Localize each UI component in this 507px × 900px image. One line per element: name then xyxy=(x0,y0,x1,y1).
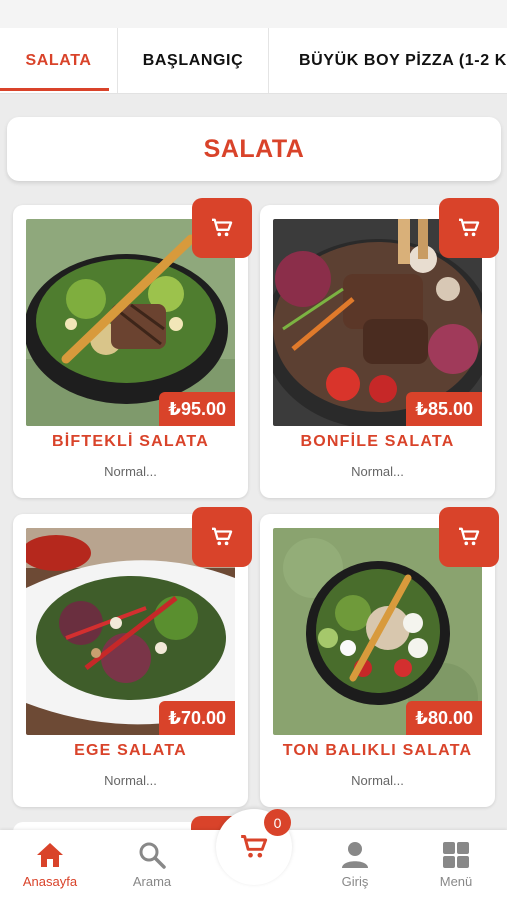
product-name: BİFTEKLİ SALATA xyxy=(52,433,209,450)
product-card-ton-balikli[interactable]: ₺80.00 TON BALIKLI SALATA Normal... xyxy=(260,507,499,807)
add-to-cart-button[interactable] xyxy=(439,507,499,567)
user-icon xyxy=(342,842,368,868)
add-to-cart-button[interactable] xyxy=(439,198,499,258)
product-price: ₺85.00 xyxy=(406,392,482,426)
nav-search[interactable]: Arama xyxy=(107,840,197,889)
add-to-cart-button[interactable] xyxy=(192,507,252,567)
nav-search-label: Arama xyxy=(132,874,172,889)
product-desc: Normal... xyxy=(351,464,404,479)
category-tabs: SALATA BAŞLANGIÇ BÜYÜK BOY PİZZA (1-2 Kİ xyxy=(0,28,507,94)
nav-login[interactable]: Giriş xyxy=(310,840,400,889)
status-strip xyxy=(0,0,507,28)
nav-login-label: Giriş xyxy=(341,874,369,889)
product-desc: Normal... xyxy=(351,773,404,788)
tab-salata[interactable]: SALATA xyxy=(0,28,118,93)
tab-buyuk-boy-pizza[interactable]: BÜYÜK BOY PİZZA (1-2 Kİ xyxy=(269,28,507,93)
cart-icon xyxy=(459,527,480,546)
product-desc: Normal... xyxy=(104,773,157,788)
section-header: SALATA xyxy=(7,117,501,181)
product-card-bonfile[interactable]: ₺85.00 BONFİLE SALATA Normal... xyxy=(260,198,499,498)
grid-icon xyxy=(443,842,469,868)
product-price: ₺95.00 xyxy=(159,392,235,426)
cart-icon xyxy=(241,835,268,858)
product-price: ₺70.00 xyxy=(159,701,235,735)
product-desc: Normal... xyxy=(104,464,157,479)
tab-baslangic[interactable]: BAŞLANGIÇ xyxy=(118,28,269,93)
cart-icon xyxy=(459,218,480,237)
product-card-ege[interactable]: ₺70.00 EGE SALATA Normal... xyxy=(13,507,252,807)
product-price: ₺80.00 xyxy=(406,701,482,735)
add-to-cart-button[interactable] xyxy=(192,198,252,258)
nav-menu[interactable]: Menü xyxy=(411,840,501,889)
product-card-biftekli[interactable]: ₺95.00 BİFTEKLİ SALATA Normal... xyxy=(13,198,252,498)
product-name: TON BALIKLI SALATA xyxy=(282,742,473,759)
nav-home[interactable]: Anasayfa xyxy=(5,840,95,889)
product-name: BONFİLE SALATA xyxy=(300,433,455,450)
cart-count-badge: 0 xyxy=(264,809,291,836)
section-title: SALATA xyxy=(203,134,305,163)
search-icon xyxy=(139,842,166,869)
nav-menu-label: Menü xyxy=(439,874,473,889)
product-name: EGE SALATA xyxy=(74,742,187,759)
nav-home-label: Anasayfa xyxy=(22,874,78,889)
home-icon xyxy=(37,843,63,867)
cart-icon xyxy=(212,218,233,237)
cart-icon xyxy=(212,527,233,546)
